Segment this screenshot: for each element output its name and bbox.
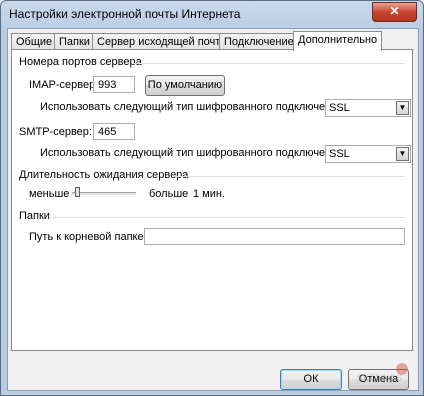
root-folder-field[interactable] xyxy=(144,228,405,245)
chevron-down-icon[interactable]: ▼ xyxy=(396,101,409,115)
imap-port-label: IMAP-сервер: xyxy=(29,79,99,91)
timeout-more-label: больше xyxy=(149,188,189,200)
timeout-slider-track[interactable] xyxy=(72,192,136,196)
smtp-encryption-value: SSL xyxy=(329,148,350,160)
root-folder-label: Путь к корневой папке: xyxy=(29,231,147,243)
ok-button[interactable]: ОК xyxy=(280,369,342,390)
tab-general[interactable]: Общие xyxy=(11,33,58,50)
imap-encryption-select[interactable]: SSL ▼ xyxy=(325,99,411,117)
tab-connection[interactable]: Подключение xyxy=(219,33,299,50)
smtp-encryption-select[interactable]: SSL ▼ xyxy=(325,145,411,163)
close-icon: ✕ xyxy=(389,4,400,18)
timeout-group-label: Длительность ожидания сервера xyxy=(19,169,189,181)
tab-advanced[interactable]: Дополнительно xyxy=(293,31,383,51)
timeout-less-label: меньше xyxy=(29,188,70,200)
watermark-text: SETTINGS xyxy=(357,373,402,383)
timeout-divider xyxy=(177,176,404,177)
close-button[interactable]: ✕ xyxy=(372,2,417,22)
watermark-logo: SETTINGS xyxy=(357,363,408,383)
imap-encryption-label: Использовать следующий тип шифрованного … xyxy=(40,101,347,113)
smtp-port-label: SMTP-сервер: xyxy=(19,126,92,138)
imap-port-field[interactable]: 993 xyxy=(93,76,135,93)
chevron-down-icon[interactable]: ▼ xyxy=(396,147,409,161)
imap-encryption-value: SSL xyxy=(329,102,350,114)
advanced-tab-panel: Номера портов сервера IMAP-сервер: 993 П… xyxy=(11,49,413,351)
tab-folders[interactable]: Папки xyxy=(54,33,95,50)
smtp-port-field[interactable]: 465 xyxy=(93,123,135,140)
ports-divider xyxy=(134,63,404,64)
timeout-slider-thumb[interactable] xyxy=(74,187,80,197)
default-ports-button[interactable]: По умолчанию xyxy=(145,75,225,96)
folders-group-label: Папки xyxy=(19,210,50,222)
settings-dialog: Настройки электронной почты Интернета ✕ … xyxy=(0,0,424,396)
ports-group-label: Номера портов сервера xyxy=(19,56,142,68)
timeout-value: 1 мин. xyxy=(193,188,226,200)
window-title: Настройки электронной почты Интернета xyxy=(9,7,241,21)
tab-outgoing-server[interactable]: Сервер исходящей почты xyxy=(92,33,234,50)
smtp-encryption-label: Использовать следующий тип шифрованного … xyxy=(40,147,347,159)
folders-divider xyxy=(52,217,404,218)
title-bar: Настройки электронной почты Интернета ✕ xyxy=(1,1,423,27)
dialog-client-area: Общие Папки Сервер исходящей почты Подкл… xyxy=(7,28,419,391)
